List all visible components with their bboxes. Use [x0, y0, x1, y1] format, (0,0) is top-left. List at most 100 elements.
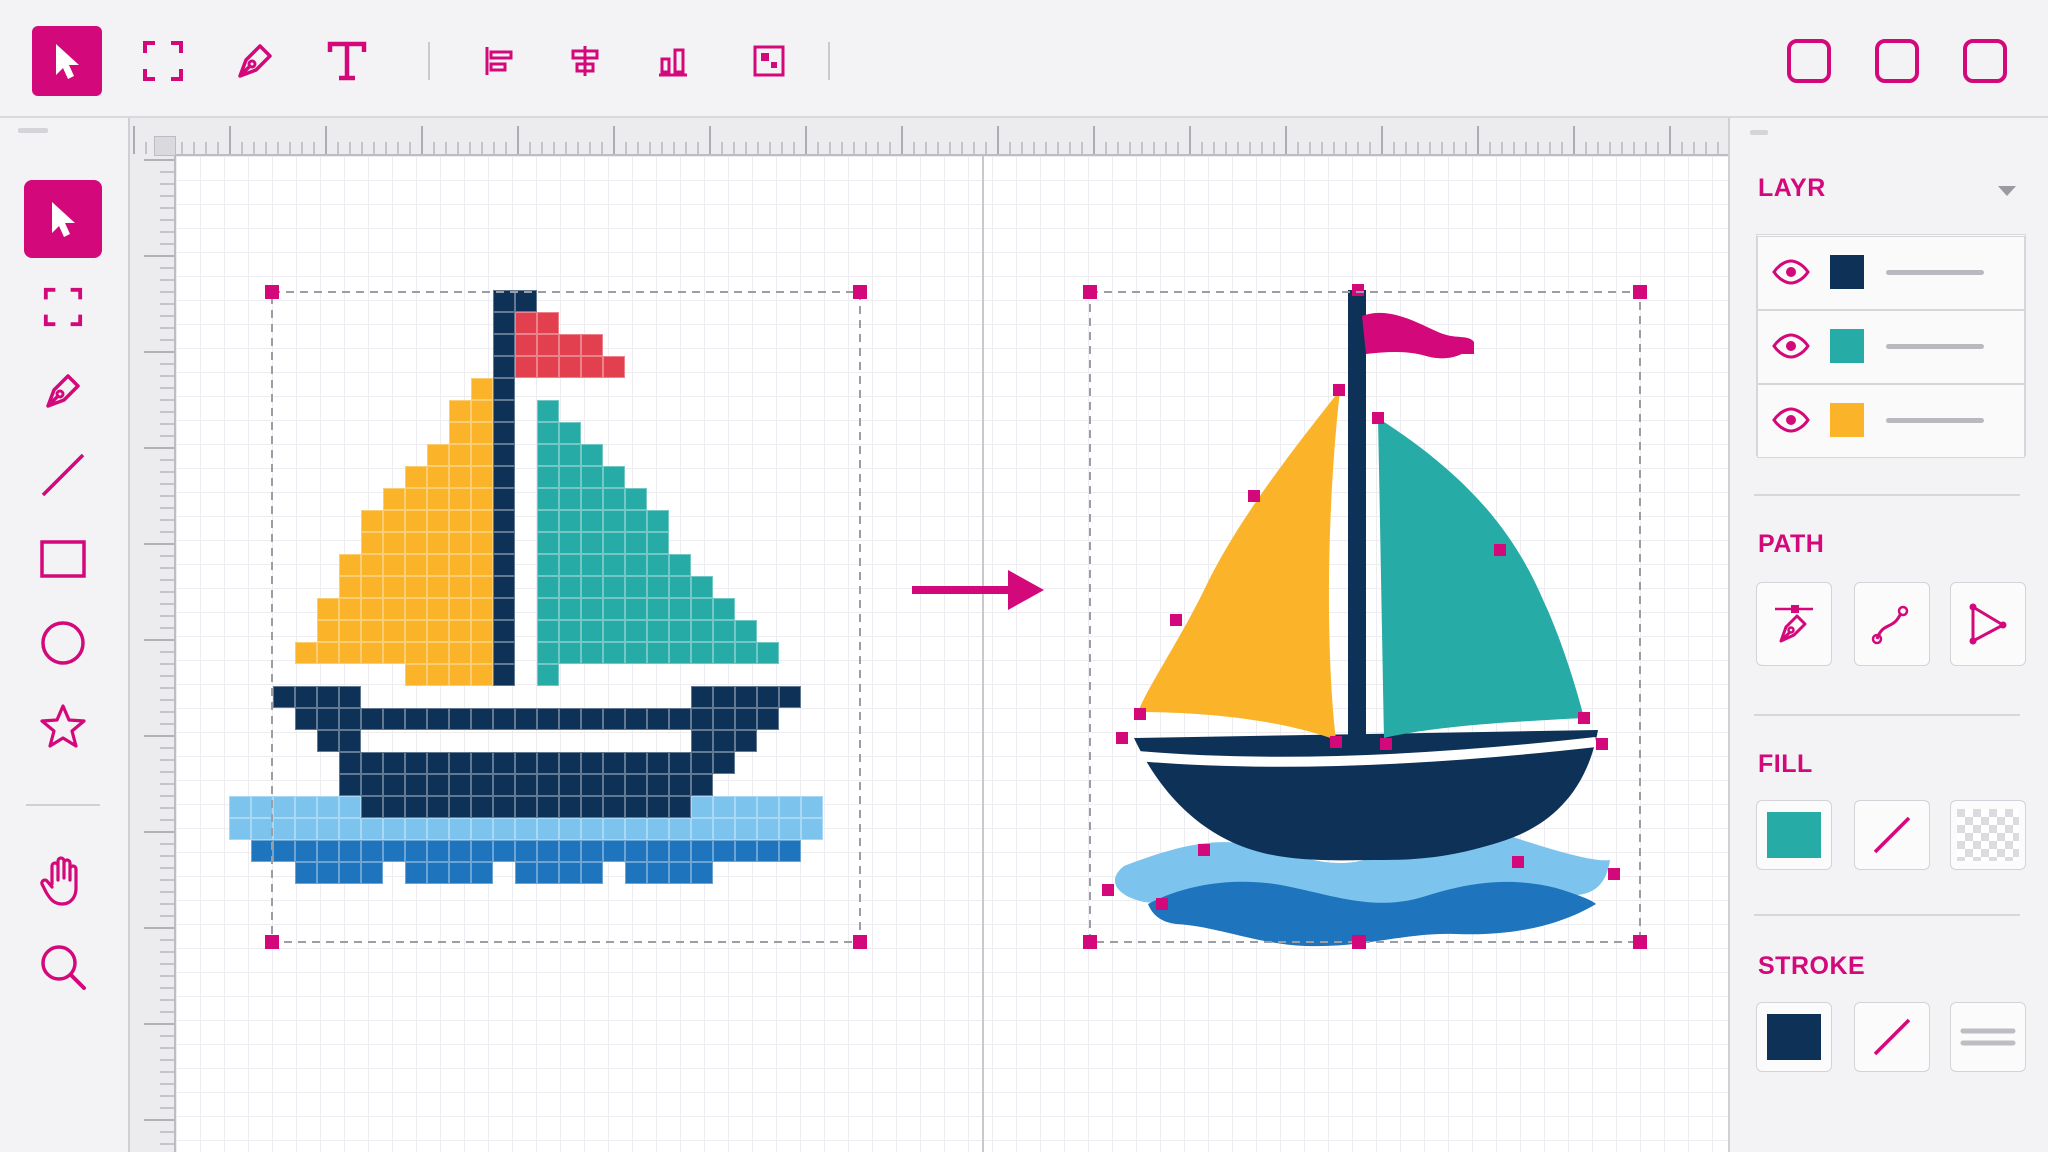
no-fill-button[interactable] [1854, 800, 1930, 870]
raster-pixel [471, 598, 493, 620]
raster-pixel [251, 818, 273, 840]
raster-pixel [251, 796, 273, 818]
raster-pixel [471, 378, 493, 400]
selection-handle [1352, 935, 1366, 949]
stroke-style-button[interactable] [1950, 1002, 2026, 1072]
anchor-point [1156, 898, 1168, 910]
raster-pixel [581, 818, 603, 840]
window-button-1[interactable] [1774, 26, 1844, 96]
pen-tool-button[interactable] [220, 26, 290, 96]
select-tool-button[interactable] [24, 180, 102, 258]
raster-pixel [735, 840, 757, 862]
ellipse-tool-button[interactable] [24, 604, 102, 682]
align-bottom-button[interactable] [638, 26, 708, 96]
marquee-tool-button[interactable] [128, 26, 198, 96]
layer-row[interactable] [1757, 310, 2025, 384]
raster-pixel [361, 774, 383, 796]
raster-pixel [537, 510, 559, 532]
select-arrow-icon [56, 44, 79, 79]
raster-pixel [669, 620, 691, 642]
raster-pixel [361, 510, 383, 532]
raster-pixel [383, 642, 405, 664]
raster-pixel [317, 862, 339, 884]
selection-handle [265, 935, 279, 949]
star-tool-button[interactable] [24, 688, 102, 766]
section-divider [1754, 714, 2020, 716]
align-left-button[interactable] [464, 26, 534, 96]
raster-pixel [449, 576, 471, 598]
node-select-button[interactable] [1950, 582, 2026, 666]
text-tool-button[interactable] [312, 26, 382, 96]
anchor-point [1198, 844, 1210, 856]
raster-pixel [361, 642, 383, 664]
eye-icon[interactable] [1772, 259, 1810, 285]
rectangle-tool-button[interactable] [24, 520, 102, 598]
raster-pixel [603, 818, 625, 840]
curve-path-button[interactable] [1854, 582, 1930, 666]
raster-pixel [361, 862, 383, 884]
raster-pixel [559, 774, 581, 796]
pen-anchor-button[interactable] [1756, 582, 1832, 666]
raster-pixel [295, 862, 317, 884]
marquee-tool-button[interactable] [24, 268, 102, 346]
transparent-fill-button[interactable] [1950, 800, 2026, 870]
raster-pixel [449, 840, 471, 862]
raster-pixel [361, 796, 383, 818]
raster-pixel [449, 400, 471, 422]
zoom-tool-button[interactable] [24, 928, 102, 1006]
raster-pixel [603, 840, 625, 862]
raster-pixel [471, 488, 493, 510]
chevron-down-icon[interactable] [1996, 184, 2018, 198]
raster-pixel [625, 620, 647, 642]
eye-icon[interactable] [1772, 407, 1810, 433]
raster-pixel [669, 708, 691, 730]
select-tool-button[interactable] [32, 26, 102, 96]
raster-pixel [427, 774, 449, 796]
layer-row[interactable] [1757, 236, 2025, 310]
artboard-canvas[interactable] [176, 156, 1728, 1152]
raster-pixel [449, 510, 471, 532]
distribute-button[interactable] [734, 26, 804, 96]
hand-tool-button[interactable] [24, 842, 102, 920]
raster-pixel [757, 840, 779, 862]
raster-pixel [493, 598, 515, 620]
pen-tool-button[interactable] [24, 352, 102, 430]
raster-pixel [317, 686, 339, 708]
raster-pixel [647, 510, 669, 532]
selection-handle [1633, 935, 1647, 949]
no-stroke-button[interactable] [1854, 1002, 1930, 1072]
raster-pixel [449, 620, 471, 642]
layer-row[interactable] [1757, 384, 2025, 458]
hand-icon [40, 856, 78, 906]
raster-pixel [581, 708, 603, 730]
raster-pixel [493, 312, 515, 334]
stroke-lines-icon [1960, 1028, 2016, 1046]
eye-icon[interactable] [1772, 333, 1810, 359]
vector-flag [1362, 312, 1474, 359]
raster-pixel [493, 576, 515, 598]
fill-color-swatch[interactable] [1756, 800, 1832, 870]
line-tool-button[interactable] [24, 436, 102, 514]
raster-pixel [449, 796, 471, 818]
raster-pixel [691, 686, 713, 708]
ellipse-icon [41, 621, 85, 665]
raster-pixel [405, 598, 427, 620]
raster-pixel [581, 576, 603, 598]
vector-sailboat[interactable] [1114, 290, 1610, 947]
raster-pixel [691, 576, 713, 598]
raster-sailboat[interactable] [229, 290, 823, 884]
raster-pixel [603, 356, 625, 378]
raster-pixel [383, 620, 405, 642]
fill-swatch-color [1767, 812, 1821, 858]
path-title: PATH [1758, 530, 1825, 558]
window-button-2[interactable] [1862, 26, 1932, 96]
anchor-point [1134, 708, 1146, 720]
window-button-3[interactable] [1950, 26, 2020, 96]
raster-pixel [471, 752, 493, 774]
raster-pixel [493, 752, 515, 774]
raster-pixel [427, 818, 449, 840]
stroke-color-swatch[interactable] [1756, 1002, 1832, 1072]
align-center-button[interactable] [550, 26, 620, 96]
raster-pixel [471, 400, 493, 422]
raster-pixel [691, 730, 713, 752]
